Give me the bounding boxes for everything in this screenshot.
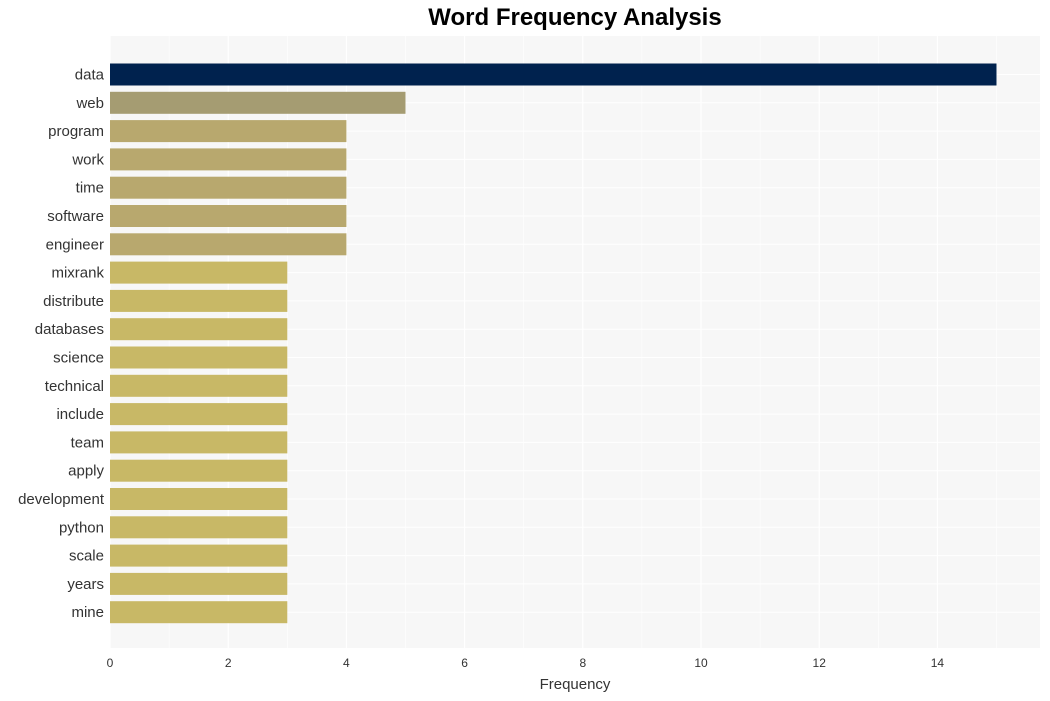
y-tick-label: program — [48, 123, 104, 140]
y-tick-label: python — [59, 519, 104, 536]
bar-engineer — [110, 233, 347, 256]
bar-program — [110, 120, 347, 143]
bar-time — [110, 176, 347, 199]
y-tick-label: years — [67, 576, 104, 593]
bar-scale — [110, 544, 288, 567]
x-tick-label: 4 — [343, 656, 350, 670]
y-tick-label: software — [47, 208, 104, 225]
y-tick-label: data — [75, 67, 105, 84]
bar-mixrank — [110, 261, 288, 284]
y-tick-label: time — [76, 180, 104, 197]
x-axis-label: Frequency — [540, 676, 611, 693]
bar-apply — [110, 459, 288, 482]
y-tick-label: development — [18, 491, 105, 508]
x-tick-label: 10 — [694, 656, 708, 670]
bar-team — [110, 431, 288, 454]
bar-data — [110, 63, 997, 86]
bar-work — [110, 148, 347, 171]
y-tick-labels: data web program work time software engineer mi… — [18, 67, 105, 622]
y-tick-label: science — [53, 350, 104, 367]
bar-development — [110, 488, 288, 510]
bar-science — [110, 346, 288, 369]
x-tick-label: 12 — [813, 656, 827, 670]
bar-technical — [110, 374, 288, 397]
y-tick-label: technical — [45, 378, 104, 395]
bar-software — [110, 205, 347, 227]
y-tick-label: mixrank — [51, 265, 104, 282]
bar-web — [110, 91, 406, 114]
bar-years — [110, 572, 288, 595]
y-tick-label: work — [71, 151, 104, 168]
x-tick-label: 6 — [461, 656, 468, 670]
y-tick-label: scale — [69, 548, 104, 565]
y-tick-label: team — [71, 434, 104, 451]
x-tick-label: 0 — [107, 656, 114, 670]
bar-databases — [110, 318, 288, 341]
bar-distribute — [110, 289, 288, 312]
x-tick-label: 2 — [225, 656, 232, 670]
y-tick-label: distribute — [43, 293, 104, 310]
bar-include — [110, 403, 288, 426]
bar-python — [110, 516, 288, 539]
y-tick-label: apply — [68, 463, 104, 480]
bar-chart: data web program work time software engineer mi… — [18, 36, 1040, 693]
x-tick-label: 8 — [579, 656, 586, 670]
x-tick-labels: 0 2 4 6 8 10 12 14 — [107, 656, 945, 670]
y-tick-label: web — [75, 95, 104, 112]
bar-mine — [110, 601, 288, 624]
y-tick-label: engineer — [46, 236, 104, 253]
y-tick-label: include — [56, 406, 104, 423]
y-tick-label: databases — [35, 321, 104, 338]
x-tick-label: 14 — [931, 656, 945, 670]
y-tick-label: mine — [71, 604, 104, 621]
